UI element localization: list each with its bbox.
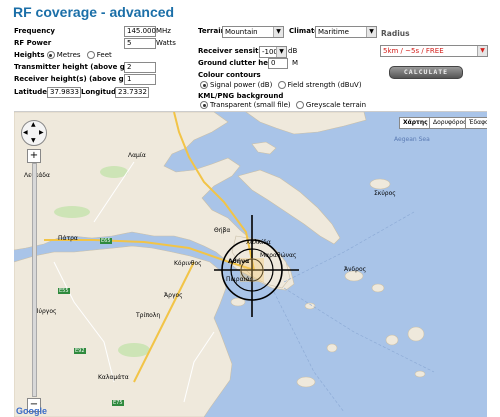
map-label: Τρίπολη: [136, 312, 161, 319]
northern-coast: [245, 112, 367, 135]
arrow-left-icon[interactable]: ◀: [23, 129, 28, 136]
kea-island: [304, 302, 316, 310]
paros-island: [385, 334, 399, 346]
transparent-radio[interactable]: [200, 101, 208, 109]
chevron-down-icon: ▼: [477, 46, 487, 56]
colour-contours-options: Signal power (dB) Field strength (dBuV): [200, 81, 362, 89]
road-badge: E65: [100, 238, 112, 244]
chevron-down-icon: ▼: [276, 47, 286, 57]
signal-power-label: Signal power (dB): [210, 81, 273, 89]
rx-height-input[interactable]: 1: [124, 74, 156, 85]
feet-label: Feet: [96, 51, 112, 59]
map-canvas[interactable]: [14, 112, 487, 417]
evia-island: [237, 169, 341, 245]
terrain-select[interactable]: Mountain ▼: [222, 26, 284, 38]
map-type-button[interactable]: Χάρτης: [399, 117, 432, 129]
zoom-slider-track[interactable]: [32, 163, 37, 397]
map-label: Μαραθώνας: [260, 252, 297, 259]
map-label: Αθήνα: [228, 258, 250, 265]
colour-contours-label: Colour contours: [198, 71, 261, 79]
skyros-island: [369, 178, 391, 190]
peloponnese: [14, 245, 233, 417]
metres-radio[interactable]: [46, 51, 55, 59]
tx-height-input[interactable]: 2: [124, 62, 156, 73]
map-label: Σκύρος: [374, 190, 396, 197]
map-label: Κόρινθος: [174, 260, 202, 267]
map-label: Aegean Sea: [394, 136, 430, 143]
chevron-down-icon: ▼: [273, 27, 283, 37]
pan-control[interactable]: ▲ ◀ ▶ ▼: [21, 120, 47, 146]
skiathos-area: [251, 141, 277, 155]
terrain-value: Mountain: [225, 28, 258, 36]
sifnos-island: [326, 343, 338, 353]
map-label: Πύργος: [34, 308, 57, 315]
field-strength-label: Field strength (dBuV): [287, 81, 362, 89]
park-area: [100, 166, 128, 178]
field-strength-radio[interactable]: [277, 81, 286, 89]
climate-value: Maritime: [318, 28, 349, 36]
tinos-island: [371, 283, 385, 293]
radius-select[interactable]: 5km / ~5s / FREE ▼: [380, 45, 488, 57]
road-badge: E75: [112, 400, 124, 406]
chevron-down-icon: ▼: [366, 27, 376, 37]
terrain-type-button[interactable]: Έδαφος: [465, 117, 487, 129]
road-badge: E92: [74, 348, 86, 354]
radius-value: 5km / ~5s / FREE: [383, 47, 444, 55]
map-label: Άνδρος: [344, 266, 367, 273]
latitude-input[interactable]: 37.9833: [47, 87, 81, 98]
road-badge: E55: [58, 288, 70, 294]
radius-label: Radius: [381, 29, 410, 38]
map-label: Καλαμάτα: [98, 374, 129, 381]
arrow-down-icon[interactable]: ▼: [31, 137, 36, 144]
page-title: RF coverage - advanced: [13, 4, 175, 20]
rf-power-input[interactable]: 5: [124, 38, 156, 49]
zoom-in-button[interactable]: +: [27, 149, 41, 163]
arrow-up-icon[interactable]: ▲: [31, 121, 36, 128]
climate-select[interactable]: Maritime ▼: [315, 26, 377, 38]
frequency-label: Frequency: [14, 27, 55, 35]
greyscale-label: Greyscale terrain: [305, 101, 367, 109]
map-label: Άργος: [164, 292, 183, 299]
clutter-input[interactable]: 0: [268, 58, 288, 69]
map-label: Πάτρα: [58, 235, 78, 242]
park-area: [118, 343, 150, 357]
ios-island: [414, 370, 426, 378]
google-logo: Google: [16, 406, 47, 416]
frequency-input[interactable]: 145.000: [124, 26, 156, 37]
map-label: Χαλκίδα: [246, 239, 271, 246]
naxos-island: [407, 326, 425, 342]
kml-bg-label: KML/PNG background: [198, 92, 284, 100]
longitude-input[interactable]: 23.7332: [115, 87, 149, 98]
transparent-label: Transparent (small file): [210, 101, 291, 109]
map-label: Θήβα: [214, 227, 231, 234]
clutter-unit: M: [292, 59, 299, 67]
arrow-right-icon[interactable]: ▶: [39, 129, 44, 136]
latitude-label: Latitude: [14, 88, 48, 96]
heights-row: Heights Metres Feet: [14, 51, 112, 59]
map-label: Λαμία: [128, 152, 146, 159]
rf-power-label: RF Power: [14, 39, 52, 47]
park-area: [54, 206, 90, 218]
milos-island: [296, 376, 316, 388]
calculate-button[interactable]: CALCULATE: [389, 66, 463, 79]
coverage-map[interactable]: Πάτρα Χαλκίδα Θήβα Λαμία Αθήνα Μαραθώνας…: [14, 111, 487, 417]
signal-power-radio[interactable]: [200, 81, 208, 89]
frequency-unit: MHz: [156, 27, 171, 35]
greyscale-radio[interactable]: [295, 101, 304, 109]
kml-bg-options: Transparent (small file) Greyscale terra…: [200, 101, 366, 109]
heights-label: Heights: [14, 51, 45, 59]
rf-power-unit: Watts: [156, 39, 176, 47]
map-label: Πειραιάς: [226, 276, 254, 283]
rx-sensitivity-unit: dB: [288, 47, 298, 55]
rx-sensitivity-select[interactable]: -100 ▼: [259, 46, 287, 58]
feet-radio[interactable]: [86, 51, 95, 59]
metres-label: Metres: [56, 51, 81, 59]
